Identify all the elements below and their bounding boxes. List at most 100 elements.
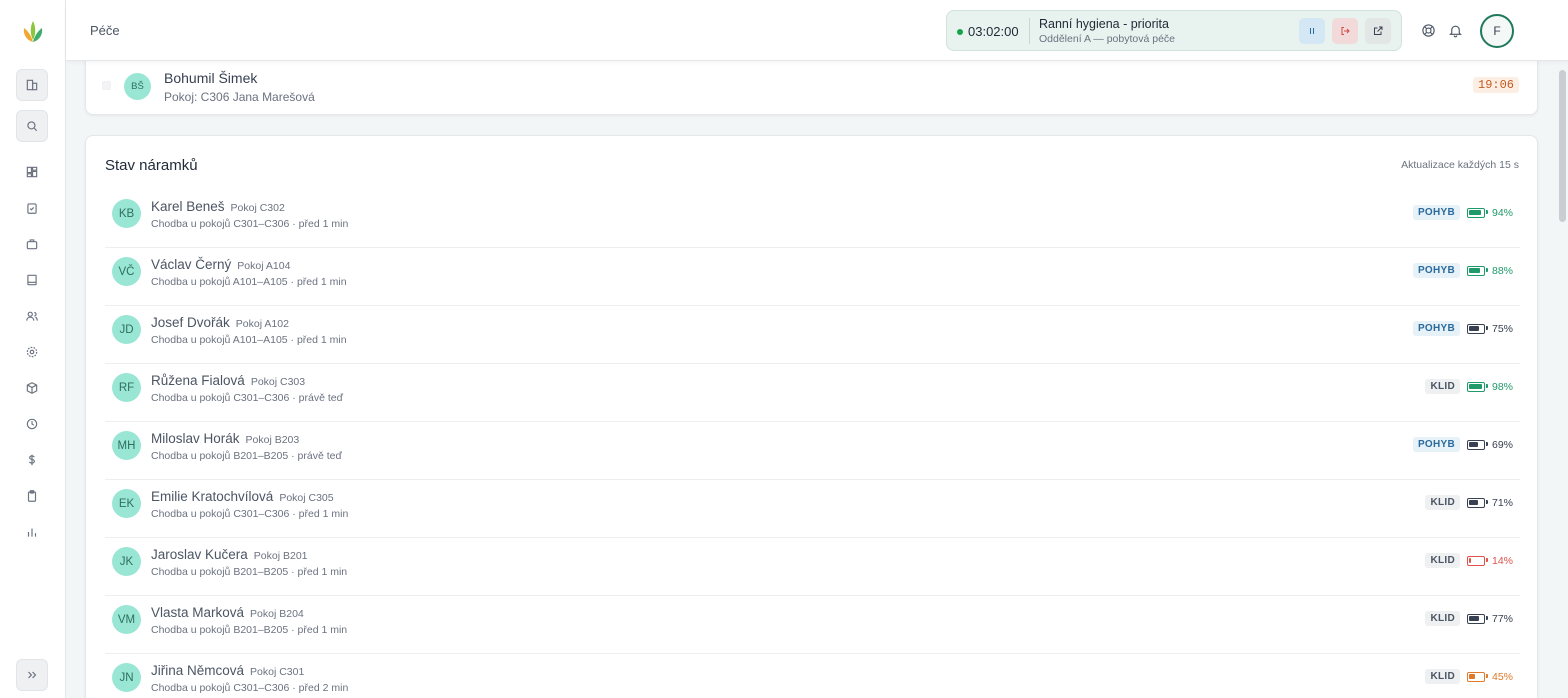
battery-nub xyxy=(1486,326,1488,330)
update-note: Aktualizace každých 15 s xyxy=(1401,159,1519,171)
external-link-icon xyxy=(1374,26,1383,35)
resident-name-text[interactable]: Václav Černý xyxy=(151,257,231,272)
list-item[interactable]: VM Vlasta Marková Pokoj B204 Chodba u pokoj… xyxy=(105,596,1520,654)
avatar: VM xyxy=(112,605,141,634)
battery-icon xyxy=(1467,265,1488,276)
list-item[interactable]: RF Růžena Fialová Pokoj C303 Chodba u pokoj… xyxy=(105,364,1520,422)
bracelet-status: KLID 14% xyxy=(1425,553,1514,568)
package-icon[interactable] xyxy=(16,372,48,404)
location-text: Chodba u pokojů C301–C306 · před 1 min xyxy=(151,218,349,230)
resident-name[interactable]: Bohumil Šimek xyxy=(164,70,257,86)
battery-level-fill xyxy=(1469,441,1478,447)
help-icon[interactable] xyxy=(1420,22,1437,39)
room-label: Pokoj C302 xyxy=(230,202,285,214)
log-out-icon xyxy=(1341,27,1350,35)
building-icon[interactable] xyxy=(16,69,48,101)
battery-percent: 45% xyxy=(1492,670,1514,683)
resident-name-text[interactable]: Vlasta Marková xyxy=(151,605,244,620)
select-checkbox[interactable] xyxy=(102,81,111,90)
active-task-timer: 03:02:00 Ranní hygiena - priorita Odděle… xyxy=(946,10,1402,51)
room-label: Pokoj A102 xyxy=(235,318,289,330)
status-badge: KLID xyxy=(1425,495,1460,510)
bracelet-status: POHYB 88% xyxy=(1412,263,1514,278)
settings-icon[interactable] xyxy=(16,336,48,368)
timer-time: 03:02:00 xyxy=(968,24,1019,39)
room-label: Pokoj A104 xyxy=(237,260,291,272)
battery-nub xyxy=(1486,674,1488,678)
resident-name-text[interactable]: Emilie Kratochvílová xyxy=(151,489,273,504)
briefcase-icon[interactable] xyxy=(16,228,48,260)
list-item[interactable]: JD Josef Dvořák Pokoj A102 Chodba u pokojů … xyxy=(105,306,1520,364)
battery-percent: 14% xyxy=(1492,554,1514,567)
book-icon[interactable] xyxy=(16,264,48,296)
battery-level-fill xyxy=(1469,615,1479,621)
list-item[interactable]: MH Miloslav Horák Pokoj B203 Chodba u pokoj… xyxy=(105,422,1520,480)
battery-level-fill xyxy=(1469,499,1478,505)
avatar: RF xyxy=(112,373,141,402)
avatar: JD xyxy=(112,315,141,344)
battery-nub xyxy=(1486,442,1488,446)
expand-sidebar-button[interactable] xyxy=(16,659,48,691)
battery-nub xyxy=(1486,268,1488,272)
clipboard-icon[interactable] xyxy=(16,480,48,512)
resident-name: Vlasta Marková Pokoj B204 xyxy=(151,605,304,620)
resident-name: Emilie Kratochvílová Pokoj C305 xyxy=(151,489,334,504)
search-icon[interactable] xyxy=(16,110,48,142)
resident-subtitle: Pokoj: C306 Jana Marešová xyxy=(164,90,315,104)
user-avatar[interactable]: F xyxy=(1480,14,1514,48)
clipboard-check-icon[interactable] xyxy=(16,192,48,224)
list-item[interactable]: JK Jaroslav Kučera Pokoj B201 Chodba u poko… xyxy=(105,538,1520,596)
pause-button[interactable] xyxy=(1299,18,1325,44)
status-badge: KLID xyxy=(1425,669,1460,684)
room-label: Pokoj B204 xyxy=(250,608,304,620)
battery-icon xyxy=(1467,497,1488,508)
scrollbar-thumb[interactable] xyxy=(1559,70,1566,222)
stop-task-button[interactable] xyxy=(1332,18,1358,44)
avatar: MH xyxy=(112,431,141,460)
chevrons-right-icon xyxy=(28,671,37,679)
status-badge: KLID xyxy=(1425,553,1460,568)
battery-nub xyxy=(1486,616,1488,620)
battery-level-fill xyxy=(1469,557,1471,563)
resident-name: Růžena Fialová Pokoj C303 xyxy=(151,373,305,388)
resident-name: Jaroslav Kučera Pokoj B201 xyxy=(151,547,308,562)
bracelet-status: POHYB 75% xyxy=(1412,321,1514,336)
status-badge: KLID xyxy=(1425,379,1460,394)
resident-name-text[interactable]: Jiřina Němcová xyxy=(151,663,244,678)
resident-name-text[interactable]: Josef Dvořák xyxy=(151,315,230,330)
resident-name-text[interactable]: Jaroslav Kučera xyxy=(151,547,248,562)
room-label: Pokoj C303 xyxy=(250,376,306,388)
clock-icon[interactable] xyxy=(16,408,48,440)
users-icon[interactable] xyxy=(16,300,48,332)
location-text: Chodba u pokojů B201–B205 · před 1 min xyxy=(151,624,348,636)
time-badge: 19:06 xyxy=(1473,77,1520,93)
list-item[interactable]: VČ Václav Černý Pokoj A104 Chodba u pokojů … xyxy=(105,248,1520,306)
list-item[interactable]: JN Jiřina Němcová Pokoj C301 Chodba u pokoj… xyxy=(105,654,1520,698)
room-label: Pokoj B201 xyxy=(253,550,308,562)
status-badge: POHYB xyxy=(1412,437,1460,452)
list-item[interactable]: KB Karel Beneš Pokoj C302 Chodba u pokojů C… xyxy=(105,190,1520,248)
dollar-icon[interactable] xyxy=(16,444,48,476)
room-label: Pokoj C301 xyxy=(250,666,305,678)
bar-chart-icon[interactable] xyxy=(16,516,48,548)
battery-percent: 77% xyxy=(1492,612,1514,625)
avatar: KB xyxy=(112,199,141,228)
room-label: Pokoj C305 xyxy=(279,492,334,504)
resident-name-text[interactable]: Karel Beneš xyxy=(151,199,225,214)
battery-nub xyxy=(1486,558,1488,562)
bracelet-status: KLID 45% xyxy=(1425,669,1514,684)
logo-icon[interactable] xyxy=(20,18,46,44)
open-task-button[interactable] xyxy=(1365,18,1391,44)
bell-icon[interactable] xyxy=(1447,22,1464,39)
bracelet-status: POHYB 69% xyxy=(1412,437,1514,452)
battery-icon xyxy=(1467,439,1488,450)
dashboard-icon[interactable] xyxy=(16,156,48,188)
list-item[interactable]: EK Emilie Kratochvílová Pokoj C305 Chodba u… xyxy=(105,480,1520,538)
bracelet-status: KLID 98% xyxy=(1425,379,1514,394)
battery-level-fill xyxy=(1469,209,1481,215)
battery-level-fill xyxy=(1469,383,1482,389)
resident-name-text[interactable]: Růžena Fialová xyxy=(151,373,245,388)
location-text: Chodba u pokojů A101–A105 · před 1 min xyxy=(151,334,347,346)
resident-name: Jiřina Němcová Pokoj C301 xyxy=(151,663,304,678)
resident-name-text[interactable]: Miloslav Horák xyxy=(151,431,240,446)
